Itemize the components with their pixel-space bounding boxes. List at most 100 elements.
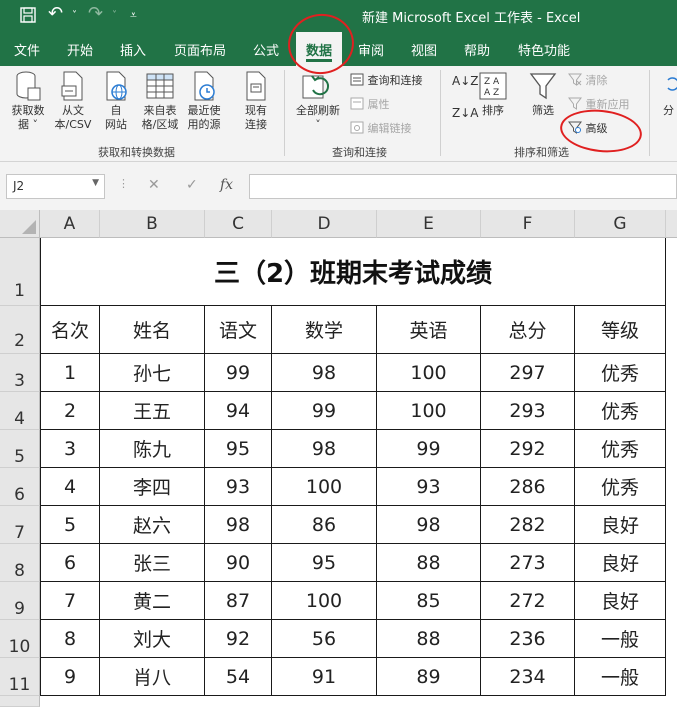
table-header-total[interactable]: 总分 [481,306,575,354]
table-cell-grade[interactable]: 良好 [575,506,666,544]
tab-formulas[interactable]: 公式 [253,40,279,59]
tab-view[interactable]: 视图 [411,40,437,59]
from-table-range-button[interactable]: 来自表 格/区域 [138,70,182,132]
table-cell-math[interactable]: 95 [272,544,377,582]
undo-icon[interactable]: ↶ [48,3,63,24]
queries-connections-button[interactable]: 查询和连接 [350,73,423,88]
table-cell-grade[interactable]: 一般 [575,620,666,658]
table-header-rank[interactable]: 名次 [40,306,100,354]
table-cell-english[interactable]: 93 [377,468,481,506]
table-cell-chinese[interactable]: 87 [205,582,272,620]
empty-column-h[interactable] [666,238,677,707]
table-header-math[interactable]: 数学 [272,306,377,354]
table-cell-math[interactable]: 86 [272,506,377,544]
sort-ascending-button[interactable]: A↓Z [452,74,478,88]
table-header-english[interactable]: 英语 [377,306,481,354]
table-cell-name[interactable]: 肖八 [100,658,205,696]
customize-qat-icon[interactable]: ⩡ [130,8,137,23]
table-cell-rank[interactable]: 4 [40,468,100,506]
table-cell-name[interactable]: 赵六 [100,506,205,544]
save-icon[interactable] [20,7,36,27]
refresh-all-button[interactable]: 全部刷新 ˅ [292,70,344,132]
table-cell-english[interactable]: 99 [377,430,481,468]
reapply-button[interactable]: 重新应用 [568,96,630,112]
table-cell-math[interactable]: 98 [272,430,377,468]
column-header-d[interactable]: D [272,210,377,238]
table-cell-name[interactable]: 李四 [100,468,205,506]
table-cell-grade[interactable]: 优秀 [575,354,666,392]
table-cell-total[interactable]: 297 [481,354,575,392]
column-header-g[interactable]: G [575,210,666,238]
row-header-3[interactable]: 3 [0,354,40,392]
table-cell-grade[interactable]: 优秀 [575,468,666,506]
insert-function-icon[interactable]: fx [220,177,233,193]
table-cell-chinese[interactable]: 93 [205,468,272,506]
table-cell-english[interactable]: 100 [377,354,481,392]
tab-featured[interactable]: 特色功能 [518,40,570,59]
row-header-2[interactable]: 2 [0,306,40,354]
table-cell-chinese[interactable]: 54 [205,658,272,696]
table-cell-english[interactable]: 98 [377,506,481,544]
table-cell-math[interactable]: 100 [272,468,377,506]
table-cell-rank[interactable]: 2 [40,392,100,430]
table-cell-name[interactable]: 王五 [100,392,205,430]
from-text-csv-button[interactable]: 从文 本/CSV [51,70,95,132]
filter-button[interactable]: 筛选 [528,70,558,118]
tab-insert[interactable]: 插入 [120,40,146,59]
split-columns-button[interactable]: 分 [660,70,677,118]
row-header-9[interactable]: 9 [0,582,40,620]
column-header-a[interactable]: A [40,210,100,238]
table-cell-english[interactable]: 85 [377,582,481,620]
column-header-b[interactable]: B [100,210,205,238]
advanced-filter-button[interactable]: 高级 [568,120,608,136]
tab-data[interactable]: 数据 [296,32,343,66]
table-cell-english[interactable]: 89 [377,658,481,696]
existing-connections-button[interactable]: 现有 连接 [236,70,276,132]
table-cell-grade[interactable]: 优秀 [575,392,666,430]
table-cell-total[interactable]: 234 [481,658,575,696]
select-all-corner[interactable] [0,210,40,238]
row-header-1[interactable]: 1 [0,238,40,306]
tab-home[interactable]: 开始 [67,40,93,59]
tab-page-layout[interactable]: 页面布局 [174,40,226,59]
table-cell-math[interactable]: 56 [272,620,377,658]
table-cell-name[interactable]: 黄二 [100,582,205,620]
clear-filter-button[interactable]: 清除 [568,72,608,88]
from-web-button[interactable]: 自网站 [98,70,134,132]
row-header-5[interactable]: 5 [0,430,40,468]
table-cell-grade[interactable]: 良好 [575,544,666,582]
tab-review[interactable]: 审阅 [358,40,384,59]
enter-icon[interactable]: ✓ [186,177,198,193]
row-header-8[interactable]: 8 [0,544,40,582]
table-cell-chinese[interactable]: 92 [205,620,272,658]
table-cell-total[interactable]: 272 [481,582,575,620]
column-header-c[interactable]: C [205,210,272,238]
name-box[interactable]: J2 ▼ [6,174,105,199]
redo-icon[interactable]: ↷ [88,3,103,24]
properties-button[interactable]: 属性 [350,97,390,112]
tab-file[interactable]: 文件 [14,40,40,59]
column-header-h-partial[interactable] [666,210,677,238]
cancel-icon[interactable]: ✕ [148,177,160,193]
edit-links-button[interactable]: 编辑链接 [350,121,412,136]
table-cell-grade[interactable]: 良好 [575,582,666,620]
name-box-dropdown-icon[interactable]: ▼ [92,178,99,188]
table-cell-name[interactable]: 张三 [100,544,205,582]
table-cell-chinese[interactable]: 98 [205,506,272,544]
table-cell-name[interactable]: 孙七 [100,354,205,392]
table-cell-math[interactable]: 100 [272,582,377,620]
table-cell-math[interactable]: 98 [272,354,377,392]
table-cell-english[interactable]: 100 [377,392,481,430]
table-header-grade[interactable]: 等级 [575,306,666,354]
table-cell-math[interactable]: 91 [272,658,377,696]
table-cell-total[interactable]: 292 [481,430,575,468]
row-header-4[interactable]: 4 [0,392,40,430]
table-cell-english[interactable]: 88 [377,620,481,658]
table-cell-total[interactable]: 273 [481,544,575,582]
row-header-6[interactable]: 6 [0,468,40,506]
table-cell-total[interactable]: 282 [481,506,575,544]
table-cell-grade[interactable]: 优秀 [575,430,666,468]
tab-help[interactable]: 帮助 [464,40,490,59]
undo-dropdown-icon[interactable]: ˅ [72,10,77,21]
table-cell-rank[interactable]: 5 [40,506,100,544]
